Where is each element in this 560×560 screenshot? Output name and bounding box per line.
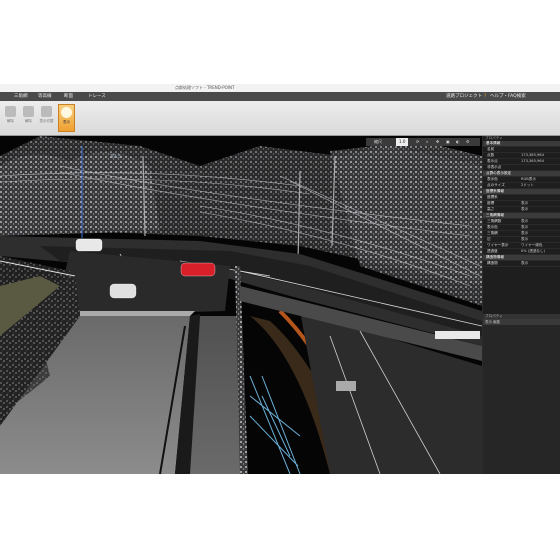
property-value: 173,365,964 (521, 153, 544, 157)
property-key: 点のサイズ (487, 183, 505, 187)
property-key: 高さ (487, 207, 495, 211)
property-value: 表示 (521, 219, 529, 223)
property-key: ワイヤー表示 (487, 243, 509, 247)
menu-item-section[interactable]: 断面 (64, 92, 73, 101)
property-key: 透過度 (487, 249, 498, 253)
menu-item-tin[interactable]: 三角網 (14, 92, 28, 101)
menu-item-contour[interactable]: 等高線 (38, 92, 52, 101)
property-section-label: 座標系情報 (486, 189, 504, 193)
property-value: 173,365,964 (521, 159, 544, 163)
viewport-toolbar: 縮尺 1.0 ⟳ ⌕ ✥ ▣ ◐ ⚙ (366, 138, 480, 146)
property-key: 表示色 (487, 225, 498, 229)
property-key: 三角網数 (487, 219, 502, 223)
secondary-panel: プロパティ 表示 編集 (483, 314, 560, 474)
property-value: 表示 (521, 231, 529, 235)
window-title: 点群処理ソフト - TREND-POINT (175, 85, 235, 90)
zoom-icon[interactable]: ⌕ (426, 138, 428, 146)
view-icon[interactable]: ◐ (456, 138, 460, 146)
property-value: 表示 (521, 207, 529, 211)
property-value: 表示 (521, 237, 529, 241)
property-section-label: 基本情報 (486, 141, 501, 145)
pan-icon[interactable]: ✥ (436, 138, 439, 146)
release-button-2[interactable]: 解除 (21, 104, 36, 130)
property-value: ワイヤー緑色 (521, 243, 543, 247)
magnifier-icon (61, 107, 72, 118)
point-cloud-scene: 39.5 (0, 136, 482, 474)
property-key: 三角網 (487, 231, 498, 235)
point-cloud-viewport[interactable]: 39.5 縮尺 1.0 ⟳ ⌕ ✥ ▣ ◐ ⚙ (0, 136, 482, 474)
property-key: 名前 (487, 147, 495, 151)
secondary-panel-toolbar[interactable]: 表示 編集 (483, 319, 560, 325)
scale-label: 縮尺 (374, 139, 382, 144)
help-search[interactable]: ヘルプ・FAQ検索 (490, 92, 526, 101)
height-label: 39.5 (110, 154, 121, 160)
help-icon[interactable]: ? (484, 92, 486, 101)
property-value: 表示 (521, 201, 529, 205)
menu-bar: 三角網 等高線 断面 トレース 道路プロジェクト ? ヘルプ・FAQ検索 (0, 92, 560, 101)
property-value: 0% (透過なし) (521, 249, 546, 253)
release-button[interactable]: 解除 (3, 104, 18, 130)
property-section-label: 点群の表示設定 (486, 171, 512, 175)
rotate-icon[interactable]: ⟳ (416, 138, 419, 146)
property-key: 表示色 (487, 177, 498, 181)
property-section-label: 三角網情報 (486, 213, 504, 217)
display-button[interactable]: 表示 (58, 104, 75, 132)
property-key: 辺 (487, 237, 491, 241)
property-value: 表示 (521, 225, 529, 229)
settings-icon[interactable]: ⚙ (466, 138, 470, 146)
title-bar: 点群処理ソフト - TREND-POINT (0, 84, 560, 92)
property-key: 座標 (487, 201, 495, 205)
property-value: 2ドット (521, 183, 535, 187)
toggle-display-button[interactable]: 表示切替 (39, 104, 54, 130)
properties-list: 基本情報名前点数 173,365,964 表示点 173,365,964 非表示点点群の… (483, 141, 560, 267)
release-icon (23, 106, 34, 117)
project-name[interactable]: 道路プロジェクト (446, 92, 482, 101)
fit-icon[interactable]: ▣ (446, 138, 450, 146)
property-section-label: 構造物情報 (486, 255, 504, 259)
property-key: 表示点 (487, 159, 498, 163)
warning-icon (41, 106, 52, 117)
menu-item-trace[interactable]: トレース (88, 92, 106, 101)
release-icon (5, 106, 16, 117)
property-row[interactable]: 構造物 表示 (483, 261, 560, 267)
property-key: 座標系 (487, 195, 498, 199)
property-key: 構造物 (487, 261, 498, 265)
property-value: RGB表示 (521, 177, 536, 181)
property-key: 点数 (487, 153, 495, 157)
app-window: 点群処理ソフト - TREND-POINT 三角網 等高線 断面 トレース 道路… (0, 84, 560, 474)
property-value: 表示 (521, 261, 529, 265)
property-key: 非表示点 (487, 165, 502, 169)
scale-input[interactable]: 1.0 (396, 138, 409, 146)
ribbon: 解除 解除 表示切替 表示 (0, 101, 560, 136)
